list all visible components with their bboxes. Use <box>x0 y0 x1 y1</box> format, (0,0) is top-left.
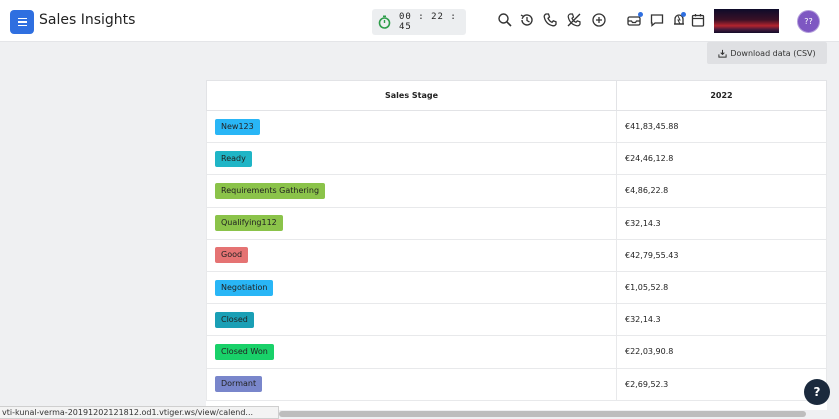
sales-stage-cell: New123 <box>206 109 617 144</box>
table-row: Ready €24,46,12.8 <box>206 142 827 176</box>
amount-2022-cell: €32,14.3 <box>616 206 827 240</box>
sales-stage-cell: Dormant <box>206 367 617 401</box>
download-csv-label: Download data (CSV) <box>730 48 816 58</box>
download-icon <box>718 49 727 58</box>
table-row: Closed Won €22,03,90.8 <box>206 335 827 369</box>
table-header-row: Sales Stage 2022 <box>206 80 827 111</box>
hamburger-menu-icon[interactable] <box>10 10 34 34</box>
search-icon[interactable] <box>497 12 513 28</box>
sales-stage-table: Sales Stage 2022 New123 €41,83,45.88 Ready… <box>206 80 827 410</box>
amount-2022-cell: €22,03,90.8 <box>616 335 827 369</box>
amount-2022-cell: €4,86,22.8 <box>616 174 827 208</box>
mute-icon[interactable] <box>566 12 582 28</box>
table-row: Dormant €2,69,52.3 <box>206 367 827 401</box>
sales-stage-tag: Negotiation <box>215 279 274 296</box>
status-bar-url: vti-kunal-verma-20191202121812.od1.vtige… <box>0 406 279 419</box>
avatar[interactable]: ?? <box>797 10 820 33</box>
amount-2022-cell: €42,79,55.43 <box>616 238 827 272</box>
sales-stage-cell: Negotiation <box>206 270 617 305</box>
sales-stage-tag: Qualifying112 <box>215 215 283 232</box>
download-csv-button[interactable]: Download data (CSV) <box>707 42 827 64</box>
sales-stage-tag: Closed <box>215 311 254 328</box>
inbox-badge <box>638 12 643 17</box>
app-title: Sales Insights <box>39 12 136 28</box>
history-icon[interactable] <box>519 12 535 28</box>
timer-value: 00 : 22 : 45 <box>399 12 457 32</box>
profile-banner-image[interactable] <box>714 9 779 33</box>
sales-stage-tag: Dormant <box>215 376 263 393</box>
sales-stage-tag: Good <box>215 247 249 264</box>
chat-icon[interactable] <box>649 12 665 28</box>
column-header-2022[interactable]: 2022 <box>616 80 827 111</box>
sales-stage-cell: Ready <box>206 142 617 176</box>
sales-stage-cell: Good <box>206 238 617 272</box>
call-timer[interactable]: 00 : 22 : 45 <box>372 9 466 35</box>
sales-stage-tag: Ready <box>215 150 252 167</box>
amount-2022-cell: €24,46,12.8 <box>616 142 827 176</box>
phone-icon[interactable] <box>542 12 558 28</box>
amount-2022-cell: €1,05,52.8 <box>616 270 827 305</box>
help-button[interactable]: ? <box>804 379 830 405</box>
bell-icon[interactable] <box>671 12 687 28</box>
sales-stage-tag: New123 <box>215 118 260 135</box>
table-row: Negotiation €1,05,52.8 <box>206 270 827 305</box>
sales-stage-cell: Closed Won <box>206 335 617 369</box>
amount-2022-cell: €2,69,52.3 <box>616 367 827 401</box>
table-row: Closed €32,14.3 <box>206 303 827 337</box>
sales-stage-tag: Closed Won <box>215 343 274 360</box>
notification-badge <box>681 12 686 17</box>
top-bar: Sales Insights 00 : 22 : 45 ?? <box>0 0 839 42</box>
table-row: Requirements Gathering €4,86,22.8 <box>206 174 827 208</box>
table-row: Qualifying112 €32,14.3 <box>206 206 827 240</box>
table-row: Good €42,79,55.43 <box>206 238 827 272</box>
add-icon[interactable] <box>591 12 607 28</box>
help-icon: ? <box>813 385 821 399</box>
column-header-sales-stage[interactable]: Sales Stage <box>206 80 617 111</box>
amount-2022-cell: €41,83,45.88 <box>616 109 827 144</box>
sales-stage-cell: Qualifying112 <box>206 206 617 240</box>
stopwatch-icon <box>378 15 391 29</box>
sales-stage-cell: Closed <box>206 303 617 337</box>
sales-stage-cell: Requirements Gathering <box>206 174 617 208</box>
horizontal-scrollbar[interactable] <box>279 411 806 417</box>
table-row: New123 €41,83,45.88 <box>206 109 827 144</box>
amount-2022-cell: €32,14.3 <box>616 303 827 337</box>
calendar-icon[interactable] <box>690 12 706 28</box>
inbox-icon[interactable] <box>626 12 643 28</box>
sales-stage-tag: Requirements Gathering <box>215 182 326 199</box>
